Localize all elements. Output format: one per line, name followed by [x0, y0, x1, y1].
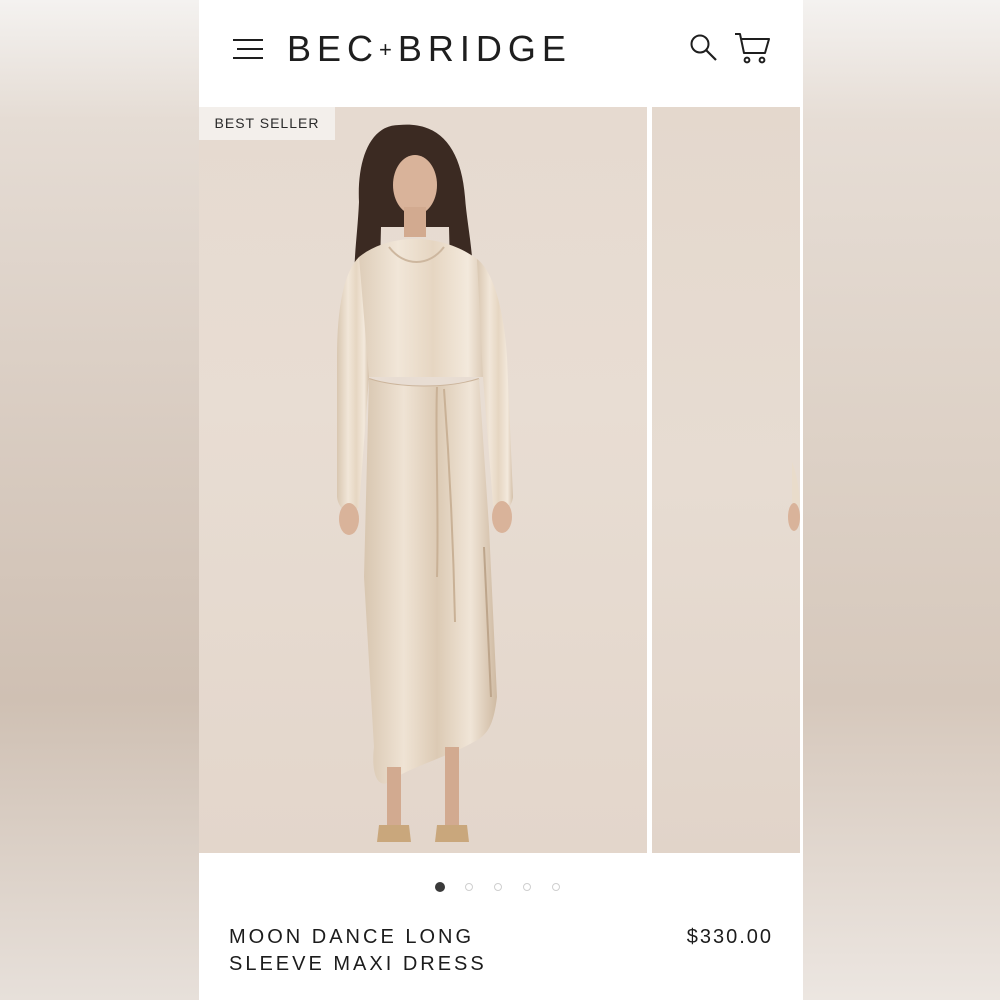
pagination-dot-4[interactable] [523, 883, 531, 891]
hamburger-menu-icon[interactable] [233, 37, 265, 61]
best-seller-badge: BEST SELLER [199, 107, 335, 140]
model-photo-illustration [337, 124, 513, 842]
blurred-backdrop-right [803, 0, 1000, 1000]
brand-logo[interactable]: BEC+ BRIDGE [287, 24, 673, 74]
brand-logo-plus: + [379, 37, 392, 62]
gallery-pagination [429, 881, 569, 895]
product-image-main[interactable]: BEST SELLER [199, 107, 647, 853]
product-page: BEC+ BRIDGE BEST SELLER MOON DANCE LONG … [199, 0, 803, 1000]
product-price: $330.00 [686, 926, 773, 948]
product-title: MOON DANCE LONG SLEEVE MAXI DRESS [229, 926, 487, 975]
brand-logo-right: BRIDGE [397, 28, 572, 69]
pagination-dot-3[interactable] [494, 883, 502, 891]
pagination-dot-1[interactable] [435, 882, 445, 892]
pagination-dot-5[interactable] [552, 883, 560, 891]
blurred-backdrop-left [0, 0, 199, 1000]
product-image-gallery[interactable]: BEST SELLER [199, 107, 803, 853]
product-image-next-preview[interactable] [652, 107, 800, 853]
next-photo-illustration [788, 462, 800, 531]
shopping-cart-icon[interactable] [734, 31, 772, 65]
brand-logo-left: BEC [287, 28, 380, 69]
site-header: BEC+ BRIDGE [199, 0, 803, 107]
pagination-dot-2[interactable] [465, 883, 473, 891]
search-icon[interactable] [689, 33, 719, 63]
